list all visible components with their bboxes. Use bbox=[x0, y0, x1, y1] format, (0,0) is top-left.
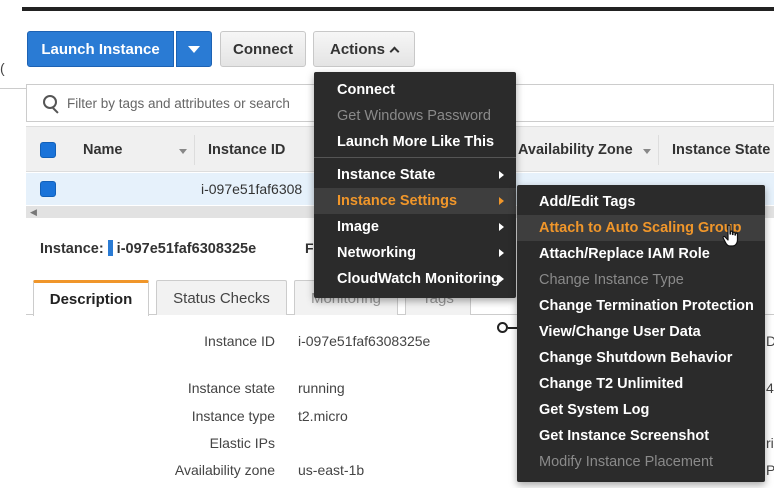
column-header-availability-zone[interactable]: Availability Zone bbox=[518, 142, 633, 158]
sort-caret-icon[interactable] bbox=[643, 149, 651, 154]
submenu-item-change-termination-protection[interactable]: Change Termination Protection bbox=[517, 293, 765, 319]
hand-cursor-icon bbox=[722, 224, 739, 247]
row-instance-id: i-097e51faf6308 bbox=[201, 181, 303, 197]
instance-bar-prefix: Instance: bbox=[40, 241, 104, 257]
detail-value: us-east-1b bbox=[298, 462, 365, 478]
submenu-item-change-shutdown-behavior[interactable]: Change Shutdown Behavior bbox=[517, 345, 765, 371]
actions-button-label: Actions bbox=[329, 40, 385, 58]
submenu-item-modify-instance-placement: Modify Instance Placement bbox=[517, 449, 765, 475]
menu-item-label: Modify Instance Placement bbox=[539, 454, 714, 470]
menu-separator bbox=[314, 157, 516, 158]
tab-status-checks[interactable]: Status Checks bbox=[156, 280, 287, 315]
column-header-instance-id[interactable]: Instance ID bbox=[208, 142, 285, 158]
menu-item-label: Get Instance Screenshot bbox=[539, 428, 710, 444]
scroll-left-icon[interactable]: ◀ bbox=[30, 207, 37, 218]
menu-item-networking[interactable]: Networking bbox=[314, 240, 516, 266]
chevron-up-icon bbox=[389, 46, 400, 56]
instance-bar-fragment: F bbox=[305, 240, 314, 256]
column-header-name[interactable]: Name bbox=[83, 142, 123, 158]
column-header-instance-state[interactable]: Instance State bbox=[672, 142, 770, 158]
menu-item-label: CloudWatch Monitoring bbox=[337, 271, 500, 287]
actions-button[interactable]: Actions bbox=[313, 31, 415, 67]
column-divider bbox=[658, 135, 659, 165]
chevron-right-icon bbox=[499, 171, 504, 179]
menu-item-launch-more-like-this[interactable]: Launch More Like This bbox=[314, 129, 516, 155]
instance-marker bbox=[107, 240, 113, 256]
submenu-item-add-edit-tags[interactable]: Add/Edit Tags bbox=[517, 189, 765, 215]
column-divider bbox=[194, 135, 195, 165]
menu-item-label: Launch More Like This bbox=[337, 134, 495, 150]
menu-item-label: Get System Log bbox=[539, 402, 650, 418]
chevron-right-icon bbox=[499, 249, 504, 257]
menu-item-label: Networking bbox=[337, 245, 416, 261]
menu-item-label: View/Change User Data bbox=[539, 324, 701, 340]
menu-item-instance-settings[interactable]: Instance Settings bbox=[314, 188, 516, 214]
menu-item-label: Attach/Replace IAM Role bbox=[539, 246, 710, 262]
chevron-down-icon bbox=[188, 45, 200, 53]
connect-button[interactable]: Connect bbox=[220, 31, 306, 67]
tab-description[interactable]: Description bbox=[33, 280, 149, 316]
menu-item-label: Add/Edit Tags bbox=[539, 194, 636, 210]
detail-label: Instance state bbox=[187, 380, 275, 396]
launch-instance-button[interactable]: Launch Instance bbox=[27, 31, 174, 67]
instance-bar: Instance: i-097e51faf6308325e bbox=[40, 240, 256, 257]
menu-item-label: Change Instance Type bbox=[539, 272, 684, 288]
row-checkbox[interactable] bbox=[40, 181, 56, 197]
submenu-item-change-instance-type: Change Instance Type bbox=[517, 267, 765, 293]
detail-label: Elastic IPs bbox=[209, 435, 275, 451]
menu-item-label: Change T2 Unlimited bbox=[539, 376, 684, 392]
menu-item-image[interactable]: Image bbox=[314, 214, 516, 240]
left-edge-fragment: ( bbox=[0, 60, 5, 76]
filter-input[interactable] bbox=[67, 95, 347, 111]
submenu-item-view-change-user-data[interactable]: View/Change User Data bbox=[517, 319, 765, 345]
actions-menu: Connect Get Windows Password Launch More… bbox=[314, 72, 516, 298]
chevron-right-icon bbox=[499, 223, 504, 231]
cut-off-text: P bbox=[766, 462, 774, 478]
left-divider bbox=[0, 88, 26, 89]
select-all-checkbox[interactable] bbox=[40, 142, 56, 158]
detail-label: Availability zone bbox=[174, 462, 275, 478]
cut-off-text: 4 bbox=[766, 380, 774, 396]
menu-item-instance-state[interactable]: Instance State bbox=[314, 162, 516, 188]
submenu-item-change-t2-unlimited[interactable]: Change T2 Unlimited bbox=[517, 371, 765, 397]
menu-item-label: Image bbox=[337, 219, 379, 235]
menu-item-label: Change Termination Protection bbox=[539, 298, 754, 314]
search-icon bbox=[43, 95, 59, 111]
detail-value: i-097e51faf6308325e bbox=[298, 333, 431, 349]
connector-circle-icon bbox=[497, 322, 508, 333]
detail-label: Instance ID bbox=[204, 333, 275, 349]
detail-label: Instance type bbox=[191, 408, 275, 424]
menu-item-get-windows-password: Get Windows Password bbox=[314, 103, 516, 129]
cut-off-text: ri bbox=[766, 435, 774, 451]
menu-item-connect[interactable]: Connect bbox=[314, 77, 516, 103]
menu-item-cloudwatch-monitoring[interactable]: CloudWatch Monitoring bbox=[314, 266, 516, 292]
menu-item-label: Attach to Auto Scaling Group bbox=[539, 220, 742, 236]
detail-value: t2.micro bbox=[298, 408, 348, 424]
detail-value: running bbox=[298, 380, 345, 396]
cut-off-text: D bbox=[766, 333, 774, 349]
submenu-item-get-system-log[interactable]: Get System Log bbox=[517, 397, 765, 423]
menu-item-label: Instance Settings bbox=[337, 193, 458, 209]
menu-item-label: Get Windows Password bbox=[337, 108, 491, 124]
chevron-right-icon bbox=[499, 275, 504, 283]
submenu-item-get-instance-screenshot[interactable]: Get Instance Screenshot bbox=[517, 423, 765, 449]
top-border bbox=[22, 7, 774, 11]
sort-caret-icon[interactable] bbox=[179, 149, 187, 154]
launch-dropdown-button[interactable] bbox=[176, 31, 212, 67]
menu-item-label: Change Shutdown Behavior bbox=[539, 350, 733, 366]
menu-item-label: Instance State bbox=[337, 167, 436, 183]
instance-bar-id: i-097e51faf6308325e bbox=[116, 241, 257, 257]
menu-item-label: Connect bbox=[337, 82, 395, 98]
chevron-right-icon bbox=[499, 197, 504, 205]
